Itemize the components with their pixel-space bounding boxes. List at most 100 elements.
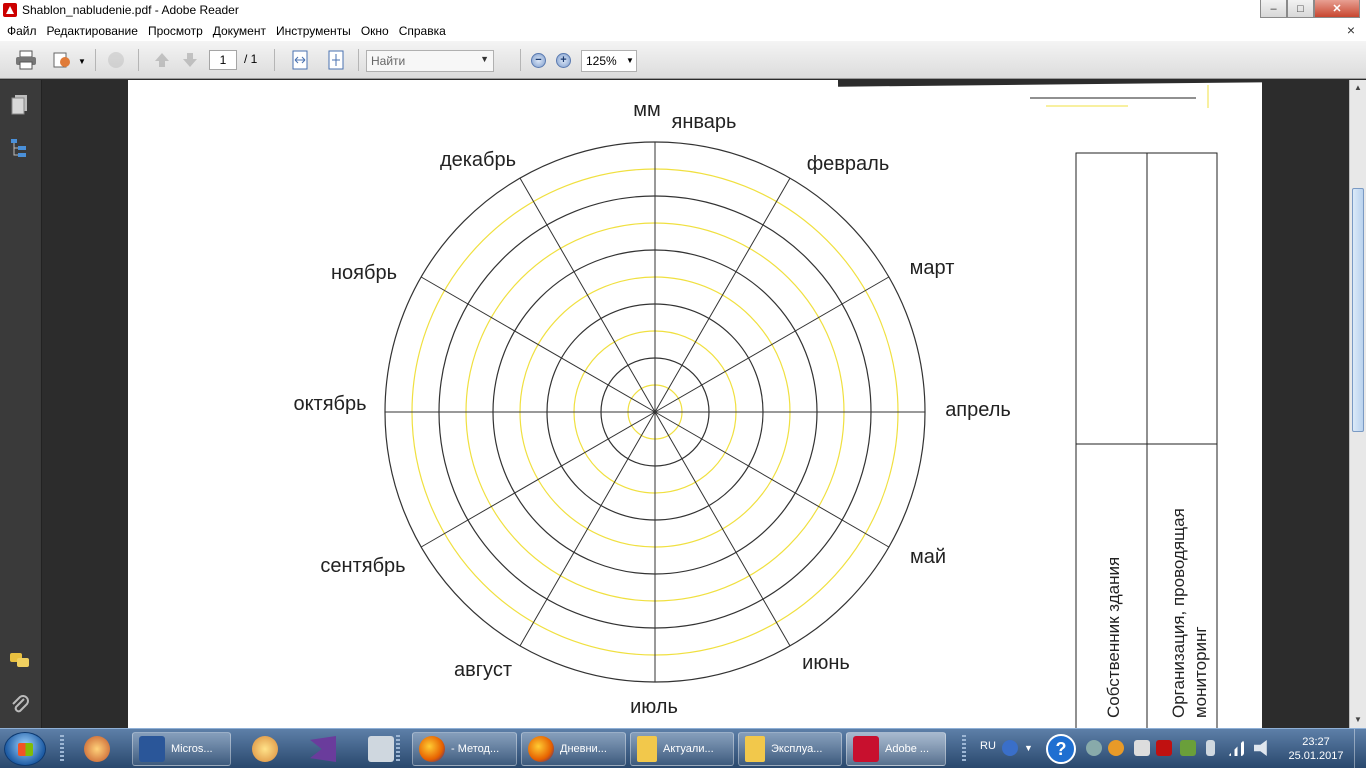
chevron-down-icon[interactable]: ▼ bbox=[480, 54, 489, 64]
firefox-icon bbox=[528, 736, 554, 762]
language-help-icon[interactable] bbox=[1002, 740, 1018, 756]
taskbar-quicklaunch-eye[interactable] bbox=[84, 732, 116, 766]
taskbar-grip bbox=[962, 735, 966, 763]
taskbar-grip bbox=[396, 735, 400, 763]
taskbar-app-label: Эксплуа... bbox=[771, 743, 823, 755]
month-label-may: май bbox=[910, 546, 946, 568]
folder-icon bbox=[637, 736, 657, 762]
taskbar-app-label: Adobe ... bbox=[885, 743, 930, 755]
monthly-polar-chart bbox=[384, 141, 926, 683]
month-label-march: март bbox=[910, 257, 955, 279]
battery-icon[interactable] bbox=[1206, 740, 1215, 756]
taskbar-app-word[interactable]: Micros... bbox=[132, 732, 231, 766]
toolbar-separator bbox=[274, 49, 275, 71]
window-title: Shablon_nabludenie.pdf - Adobe Reader bbox=[22, 3, 239, 17]
month-label-april: апрель bbox=[945, 399, 1011, 421]
antivirus-icon[interactable] bbox=[1156, 740, 1172, 756]
chart-spoke-2 bbox=[654, 177, 791, 413]
comments-icon[interactable] bbox=[9, 651, 31, 673]
chevron-down-icon[interactable]: ▼ bbox=[1024, 743, 1034, 753]
table-header-organization-line2: мониторинг bbox=[1191, 626, 1210, 718]
toolbar-separator bbox=[358, 49, 359, 71]
chart-unit-label: мм bbox=[633, 99, 661, 121]
calculator-icon bbox=[368, 736, 394, 762]
search-input[interactable]: Найти ▼ bbox=[366, 50, 494, 72]
chevron-down-icon[interactable]: ▼ bbox=[78, 57, 86, 77]
fit-page-icon[interactable] bbox=[324, 50, 348, 70]
display-icon[interactable] bbox=[1134, 740, 1150, 756]
menu-document[interactable]: Документ bbox=[208, 24, 271, 38]
share-icon[interactable] bbox=[50, 50, 74, 70]
search-placeholder: Найти bbox=[371, 54, 406, 68]
taskbar-quicklaunch-paint[interactable] bbox=[252, 732, 284, 766]
close-button[interactable]: ✕ bbox=[1314, 0, 1360, 18]
bookmarks-icon[interactable] bbox=[9, 137, 31, 159]
menu-edit[interactable]: Редактирование bbox=[42, 24, 143, 38]
taskbar-app-folder-1[interactable]: Актуали... bbox=[630, 732, 734, 766]
show-desktop-button[interactable] bbox=[1354, 729, 1366, 768]
pages-icon[interactable] bbox=[9, 94, 31, 116]
taskbar-app-adobe-reader[interactable]: Adobe ... bbox=[846, 732, 946, 766]
previous-page-icon[interactable] bbox=[150, 50, 174, 70]
comment-icon[interactable] bbox=[104, 50, 128, 70]
vertical-scrollbar[interactable]: ▲ ▼ bbox=[1349, 80, 1366, 728]
pdf-page: мм январь февраль март апрель май июнь и… bbox=[128, 80, 1349, 728]
visual-studio-icon bbox=[310, 736, 336, 762]
taskbar-app-folder-2[interactable]: Эксплуа... bbox=[738, 732, 842, 766]
folder-icon bbox=[745, 736, 765, 762]
month-label-november: ноябрь bbox=[331, 262, 397, 284]
table-header-owner: Собственник здания bbox=[1104, 557, 1123, 718]
toolbar-separator bbox=[138, 49, 139, 71]
zoom-out-button[interactable]: − bbox=[531, 53, 546, 68]
page-total: / 1 bbox=[244, 52, 258, 66]
clock-time: 23:27 bbox=[1302, 736, 1330, 748]
month-label-september: сентябрь bbox=[320, 555, 405, 577]
menu-view[interactable]: Просмотр bbox=[143, 24, 208, 38]
close-document-icon[interactable]: × bbox=[1342, 22, 1360, 38]
system-clock[interactable]: 23:27 25.01.2017 bbox=[1286, 735, 1346, 763]
month-label-october: октябрь bbox=[293, 393, 366, 415]
taskbar-quicklaunch-visual-studio[interactable] bbox=[310, 732, 342, 766]
scrollbar-thumb[interactable] bbox=[1352, 188, 1364, 432]
maximize-button[interactable]: □ bbox=[1287, 0, 1314, 18]
paint-icon bbox=[252, 736, 278, 762]
menu-help[interactable]: Справка bbox=[394, 24, 451, 38]
sync-icon[interactable] bbox=[1086, 740, 1102, 756]
volume-icon[interactable] bbox=[1254, 740, 1267, 756]
toolbar: ▼ 1 / 1 Найти ▼ − + 125% ▼ bbox=[0, 41, 1366, 79]
chart-spoke-6 bbox=[654, 411, 791, 647]
security-icon[interactable] bbox=[1180, 740, 1196, 756]
chevron-down-icon[interactable]: ▼ bbox=[626, 56, 634, 76]
menu-file[interactable]: Файл bbox=[2, 24, 42, 38]
zoom-in-button[interactable]: + bbox=[556, 53, 571, 68]
month-label-july: июль bbox=[630, 696, 678, 718]
document-viewport[interactable]: мм январь февраль март апрель май июнь и… bbox=[42, 80, 1349, 728]
scroll-up-icon[interactable]: ▲ bbox=[1350, 80, 1366, 96]
attachment-icon[interactable] bbox=[9, 693, 31, 715]
taskbar-app-label: Micros... bbox=[171, 743, 213, 755]
page-number-input[interactable]: 1 bbox=[209, 50, 237, 70]
next-page-icon[interactable] bbox=[178, 50, 202, 70]
language-indicator[interactable]: RU bbox=[980, 740, 996, 752]
month-label-january: январь bbox=[672, 111, 737, 133]
print-icon[interactable] bbox=[14, 50, 38, 70]
start-button[interactable] bbox=[4, 732, 46, 766]
fit-width-icon[interactable] bbox=[288, 50, 312, 70]
menu-tools[interactable]: Инструменты bbox=[271, 24, 356, 38]
adobe-reader-icon bbox=[853, 736, 879, 762]
navigation-panel bbox=[0, 80, 42, 728]
table-header-organization: Организация, проводящая мониторинг bbox=[1169, 503, 1210, 718]
menu-window[interactable]: Окно bbox=[356, 24, 394, 38]
month-label-february: февраль bbox=[807, 153, 890, 175]
scroll-down-icon[interactable]: ▼ bbox=[1350, 712, 1366, 728]
network-signal-icon[interactable] bbox=[1228, 740, 1244, 756]
update-icon[interactable] bbox=[1108, 740, 1124, 756]
help-icon[interactable]: ? bbox=[1046, 734, 1076, 764]
toolbar-separator bbox=[95, 49, 96, 71]
month-label-june: июнь bbox=[802, 652, 850, 674]
chart-spoke-3 bbox=[654, 276, 890, 413]
taskbar-app-firefox-1[interactable]: - Метод... bbox=[412, 732, 517, 766]
chart-spoke-8 bbox=[519, 411, 656, 647]
taskbar-app-firefox-2[interactable]: Дневни... bbox=[521, 732, 626, 766]
minimize-button[interactable]: – bbox=[1260, 0, 1287, 18]
